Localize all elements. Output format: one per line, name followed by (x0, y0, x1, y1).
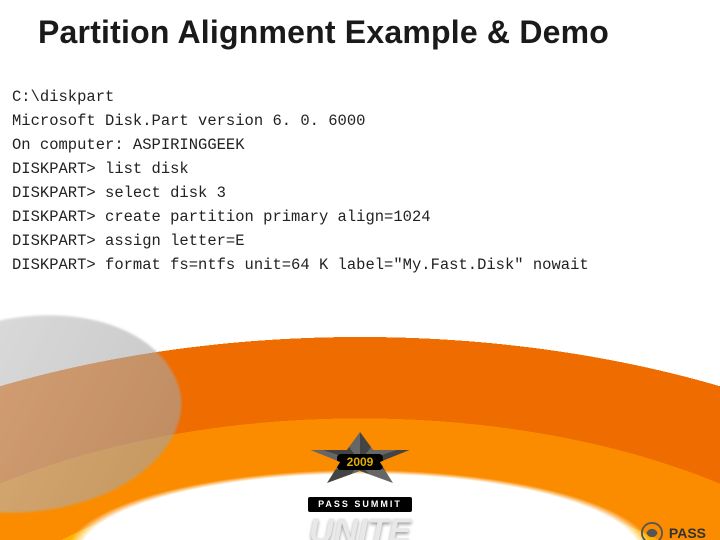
footer-logo: PASS (641, 522, 706, 540)
badge-year: 2009 (337, 454, 383, 470)
pass-icon (641, 522, 663, 540)
event-badge: 2009 PASS SUMMIT UNITE (240, 432, 480, 540)
badge-word: UNITE (240, 514, 480, 540)
terminal-output: C:\diskpart Microsoft Disk.Part version … (12, 85, 720, 277)
code-line: DISKPART> assign letter=E (12, 232, 245, 250)
slide-title: Partition Alignment Example & Demo (38, 14, 720, 51)
code-line: On computer: ASPIRINGGEEK (12, 136, 245, 154)
footer-logo-text: PASS (669, 525, 706, 540)
code-line: DISKPART> select disk 3 (12, 184, 226, 202)
code-line: Microsoft Disk.Part version 6. 0. 6000 (12, 112, 365, 130)
badge-bar: PASS SUMMIT (308, 497, 412, 512)
star-icon: 2009 (305, 432, 415, 492)
code-line: DISKPART> create partition primary align… (12, 208, 431, 226)
code-line: C:\diskpart (12, 88, 114, 106)
code-line: DISKPART> format fs=ntfs unit=64 K label… (12, 256, 589, 274)
code-line: DISKPART> list disk (12, 160, 189, 178)
